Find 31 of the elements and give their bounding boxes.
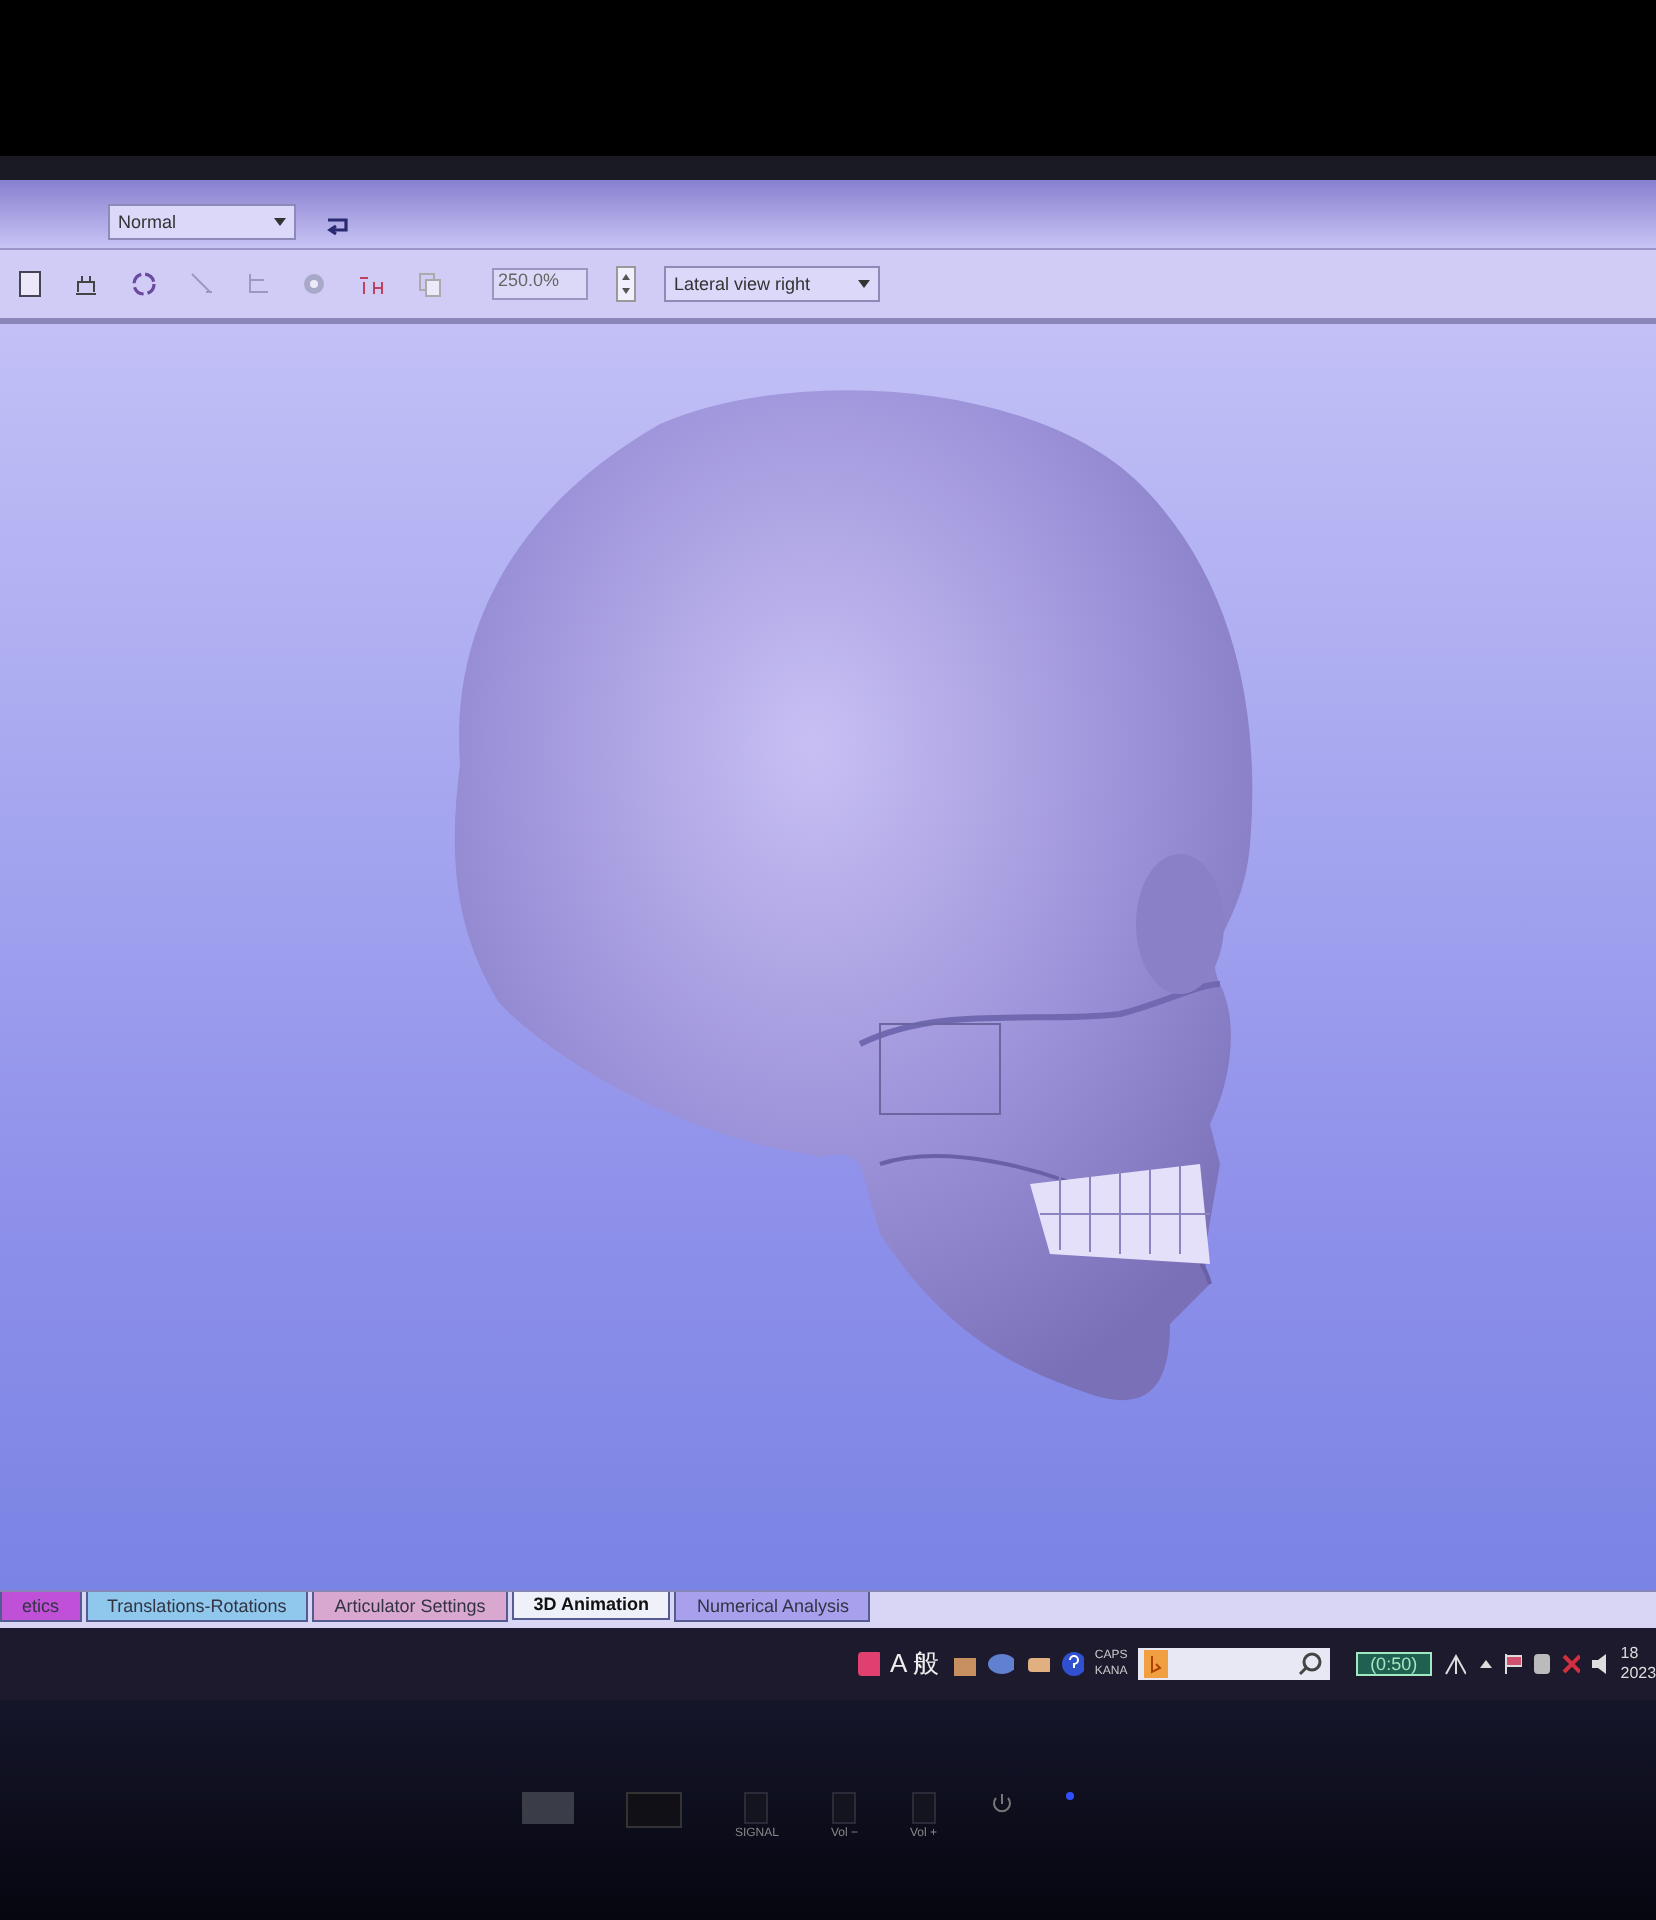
b-logo-icon <box>1143 1650 1168 1678</box>
return-arrow-icon[interactable] <box>324 216 352 240</box>
sheet-tab[interactable]: 3D Animation <box>511 1592 671 1620</box>
power-led <box>1065 1792 1074 1800</box>
speaker-icon[interactable] <box>1590 1652 1611 1676</box>
spinner-icon[interactable] <box>616 266 636 302</box>
sheet-tab[interactable]: Articulator Settings <box>312 1592 508 1622</box>
help-icon[interactable] <box>1060 1650 1085 1678</box>
sheet-tab[interactable]: Numerical Analysis <box>674 1592 871 1622</box>
clock-date[interactable]: 2023 <box>1620 1664 1656 1684</box>
caret-icon <box>858 280 870 288</box>
zoom-field[interactable]: 250.0% <box>492 268 588 300</box>
style-dropdown[interactable]: Normal <box>108 204 296 240</box>
tray-app-icon[interactable] <box>856 1650 880 1678</box>
power-icon[interactable] <box>989 1792 1014 1816</box>
rotate-icon[interactable] <box>128 268 160 300</box>
sensor-window <box>626 1792 683 1828</box>
battery-icon[interactable] <box>1532 1652 1550 1676</box>
search-field[interactable] <box>1137 1648 1331 1680</box>
sheet-tab[interactable]: Translations-Rotations <box>85 1592 309 1622</box>
caret-icon <box>274 218 286 226</box>
network-icon[interactable] <box>1441 1652 1466 1676</box>
ime-indicator[interactable]: A 般 <box>889 1646 940 1682</box>
view-dropdown[interactable]: Lateral view right <box>664 266 880 302</box>
x-mark-icon[interactable] <box>1559 1652 1581 1676</box>
flag-icon[interactable] <box>1502 1652 1523 1676</box>
page-icon[interactable] <box>16 270 44 298</box>
battery-indicator: (0:50) <box>1356 1652 1432 1676</box>
clock-time[interactable]: 18 <box>1620 1644 1656 1664</box>
sensor-window <box>522 1792 575 1824</box>
search-icon <box>1296 1650 1325 1678</box>
